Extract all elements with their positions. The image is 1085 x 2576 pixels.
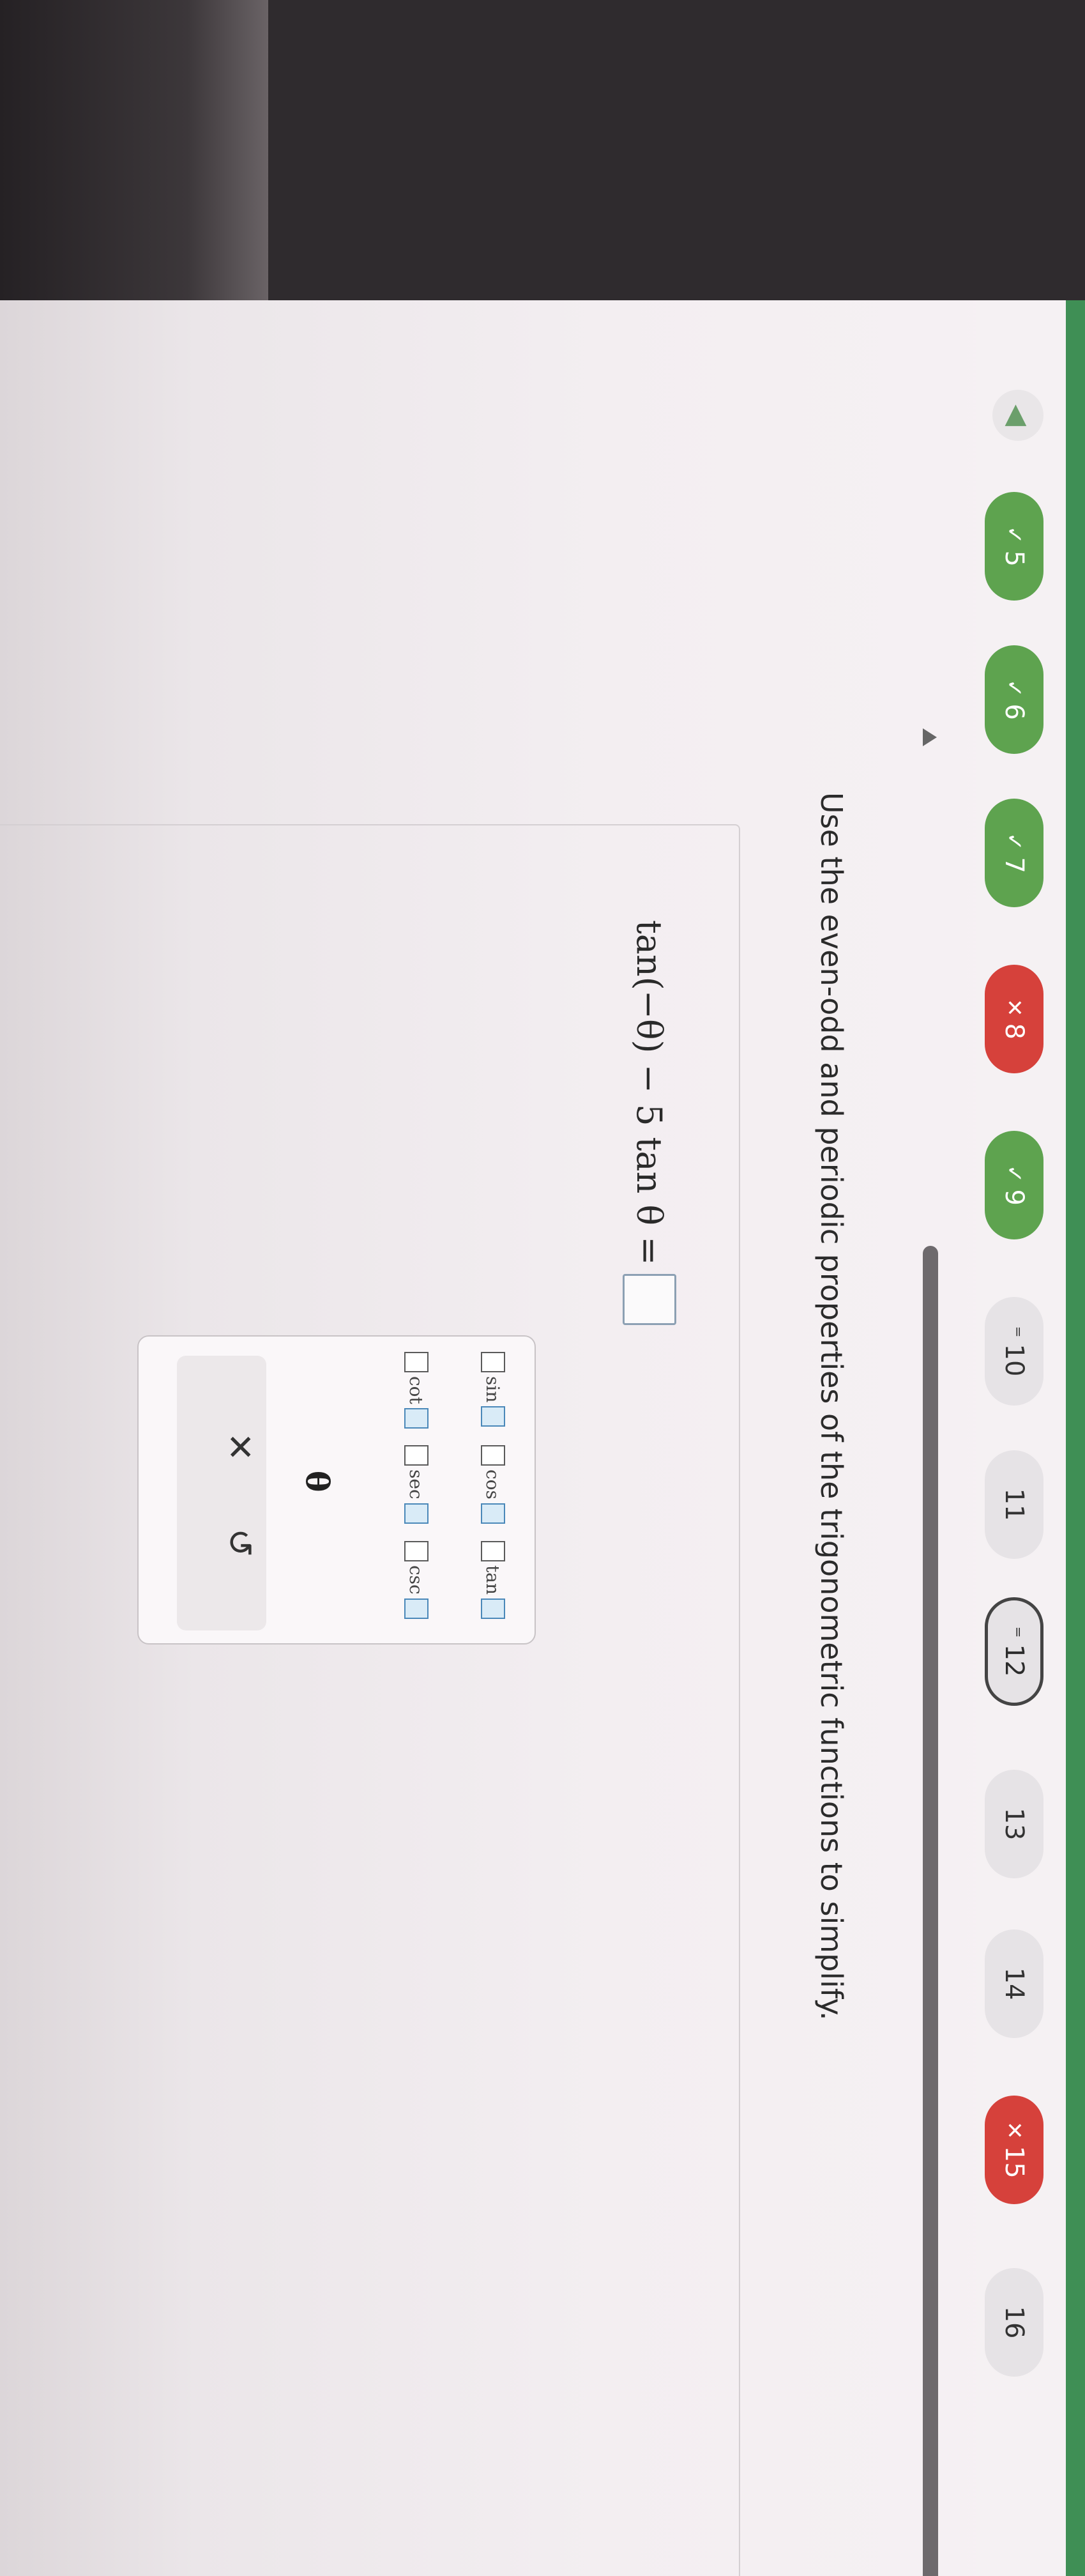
question-number: 5 (999, 550, 1029, 567)
argument-slot (481, 1541, 505, 1561)
question-pill-10[interactable]: ⁼ 10 (985, 1297, 1043, 1406)
argument-slot (481, 1598, 505, 1619)
question-pill-7[interactable]: ✓ 7 (985, 799, 1043, 907)
equation-left-side: tan(−θ) − 5 tan θ = (629, 920, 670, 1266)
cot-button[interactable]: cot (394, 1352, 439, 1429)
cross-icon: ✕ (1001, 999, 1027, 1017)
theta-button[interactable]: θ (299, 1471, 337, 1492)
question-number: 7 (999, 857, 1029, 873)
argument-slot (481, 1445, 505, 1466)
function-label: tan (482, 1565, 504, 1595)
horizontal-scrollbar[interactable] (923, 1246, 938, 2576)
argument-slot (404, 1503, 429, 1524)
question-pill-14[interactable]: 14 (985, 1929, 1043, 2038)
tan-button[interactable]: tan (471, 1541, 515, 1619)
question-number: 15 (999, 2145, 1029, 2179)
clear-icon[interactable]: ✕ (220, 1432, 260, 1461)
question-pill-16[interactable]: 16 (985, 2268, 1043, 2377)
function-label: cot (406, 1376, 427, 1404)
argument-slot (404, 1541, 429, 1561)
question-number: 6 (999, 703, 1029, 720)
question-pill-12[interactable]: ⁼ 12 (985, 1597, 1043, 1706)
question-number: 14 (999, 1967, 1029, 2000)
question-number: 10 (999, 1344, 1029, 1377)
check-icon: ✓ (1001, 526, 1027, 544)
palette-action-bar (177, 1356, 266, 1630)
question-nav: ◀ ✓ 5 ✓ 6 ✓ 7 ✕ 8 ✓ 9 ⁼ 10 11 ⁼ 12 13 14… (973, 300, 1050, 2576)
partial-icon: ⁼ (1001, 1326, 1027, 1338)
argument-slot (404, 1445, 429, 1466)
function-label: csc (406, 1565, 427, 1595)
argument-slot (481, 1352, 505, 1372)
sin-button[interactable]: sin (471, 1352, 515, 1427)
question-pill-15[interactable]: ✕ 15 (985, 2096, 1043, 2204)
argument-slot (481, 1503, 505, 1524)
question-number: 9 (999, 1189, 1029, 1206)
check-icon: ✓ (1001, 679, 1027, 698)
partial-icon: ⁼ (1001, 1626, 1027, 1638)
page-content: ◀ ✓ 5 ✓ 6 ✓ 7 ✕ 8 ✓ 9 ⁼ 10 11 ⁼ 12 13 14… (0, 300, 1085, 2576)
question-number: 12 (999, 1644, 1029, 1677)
nav-back-button[interactable]: ◀ (992, 390, 1043, 441)
argument-slot (404, 1598, 429, 1619)
question-number: 8 (999, 1023, 1029, 1039)
question-number: 13 (999, 1807, 1029, 1841)
triangle-left-icon: ◀ (1001, 404, 1035, 426)
sec-button[interactable]: sec (394, 1445, 439, 1524)
question-number: 11 (999, 1488, 1029, 1521)
argument-slot (404, 1407, 429, 1429)
cos-button[interactable]: cos (471, 1445, 515, 1524)
question-pill-6[interactable]: ✓ 6 (985, 645, 1043, 754)
question-pill-9[interactable]: ✓ 9 (985, 1131, 1043, 1239)
math-palette: sin cos tan cot sec csc θ ✕ ↺ (137, 1335, 536, 1644)
equation: tan(−θ) − 5 tan θ = (623, 920, 676, 1326)
argument-slot (404, 1352, 429, 1372)
function-label: cos (482, 1469, 504, 1499)
question-pill-11[interactable]: 11 (985, 1450, 1043, 1559)
csc-button[interactable]: csc (394, 1541, 439, 1619)
function-label: sec (406, 1469, 427, 1499)
top-accent-strip (1066, 300, 1085, 2576)
question-pill-8[interactable]: ✕ 8 (985, 965, 1043, 1073)
question-pill-13[interactable]: 13 (985, 1770, 1043, 1878)
question-number: 16 (999, 2306, 1029, 2339)
undo-icon[interactable]: ↺ (220, 1528, 260, 1557)
cross-icon: ✕ (1001, 2121, 1027, 2140)
question-text: Use the even-odd and periodic properties… (814, 792, 849, 2021)
function-label: sin (482, 1376, 504, 1403)
check-icon: ✓ (1001, 1165, 1027, 1183)
argument-slot (481, 1406, 505, 1427)
check-icon: ✓ (1001, 832, 1027, 851)
screen: ◀ ✓ 5 ✓ 6 ✓ 7 ✕ 8 ✓ 9 ⁼ 10 11 ⁼ 12 13 14… (0, 300, 1085, 2576)
answer-input[interactable] (623, 1274, 676, 1326)
collapse-arrow-icon[interactable] (923, 728, 937, 746)
question-pill-5[interactable]: ✓ 5 (985, 492, 1043, 601)
